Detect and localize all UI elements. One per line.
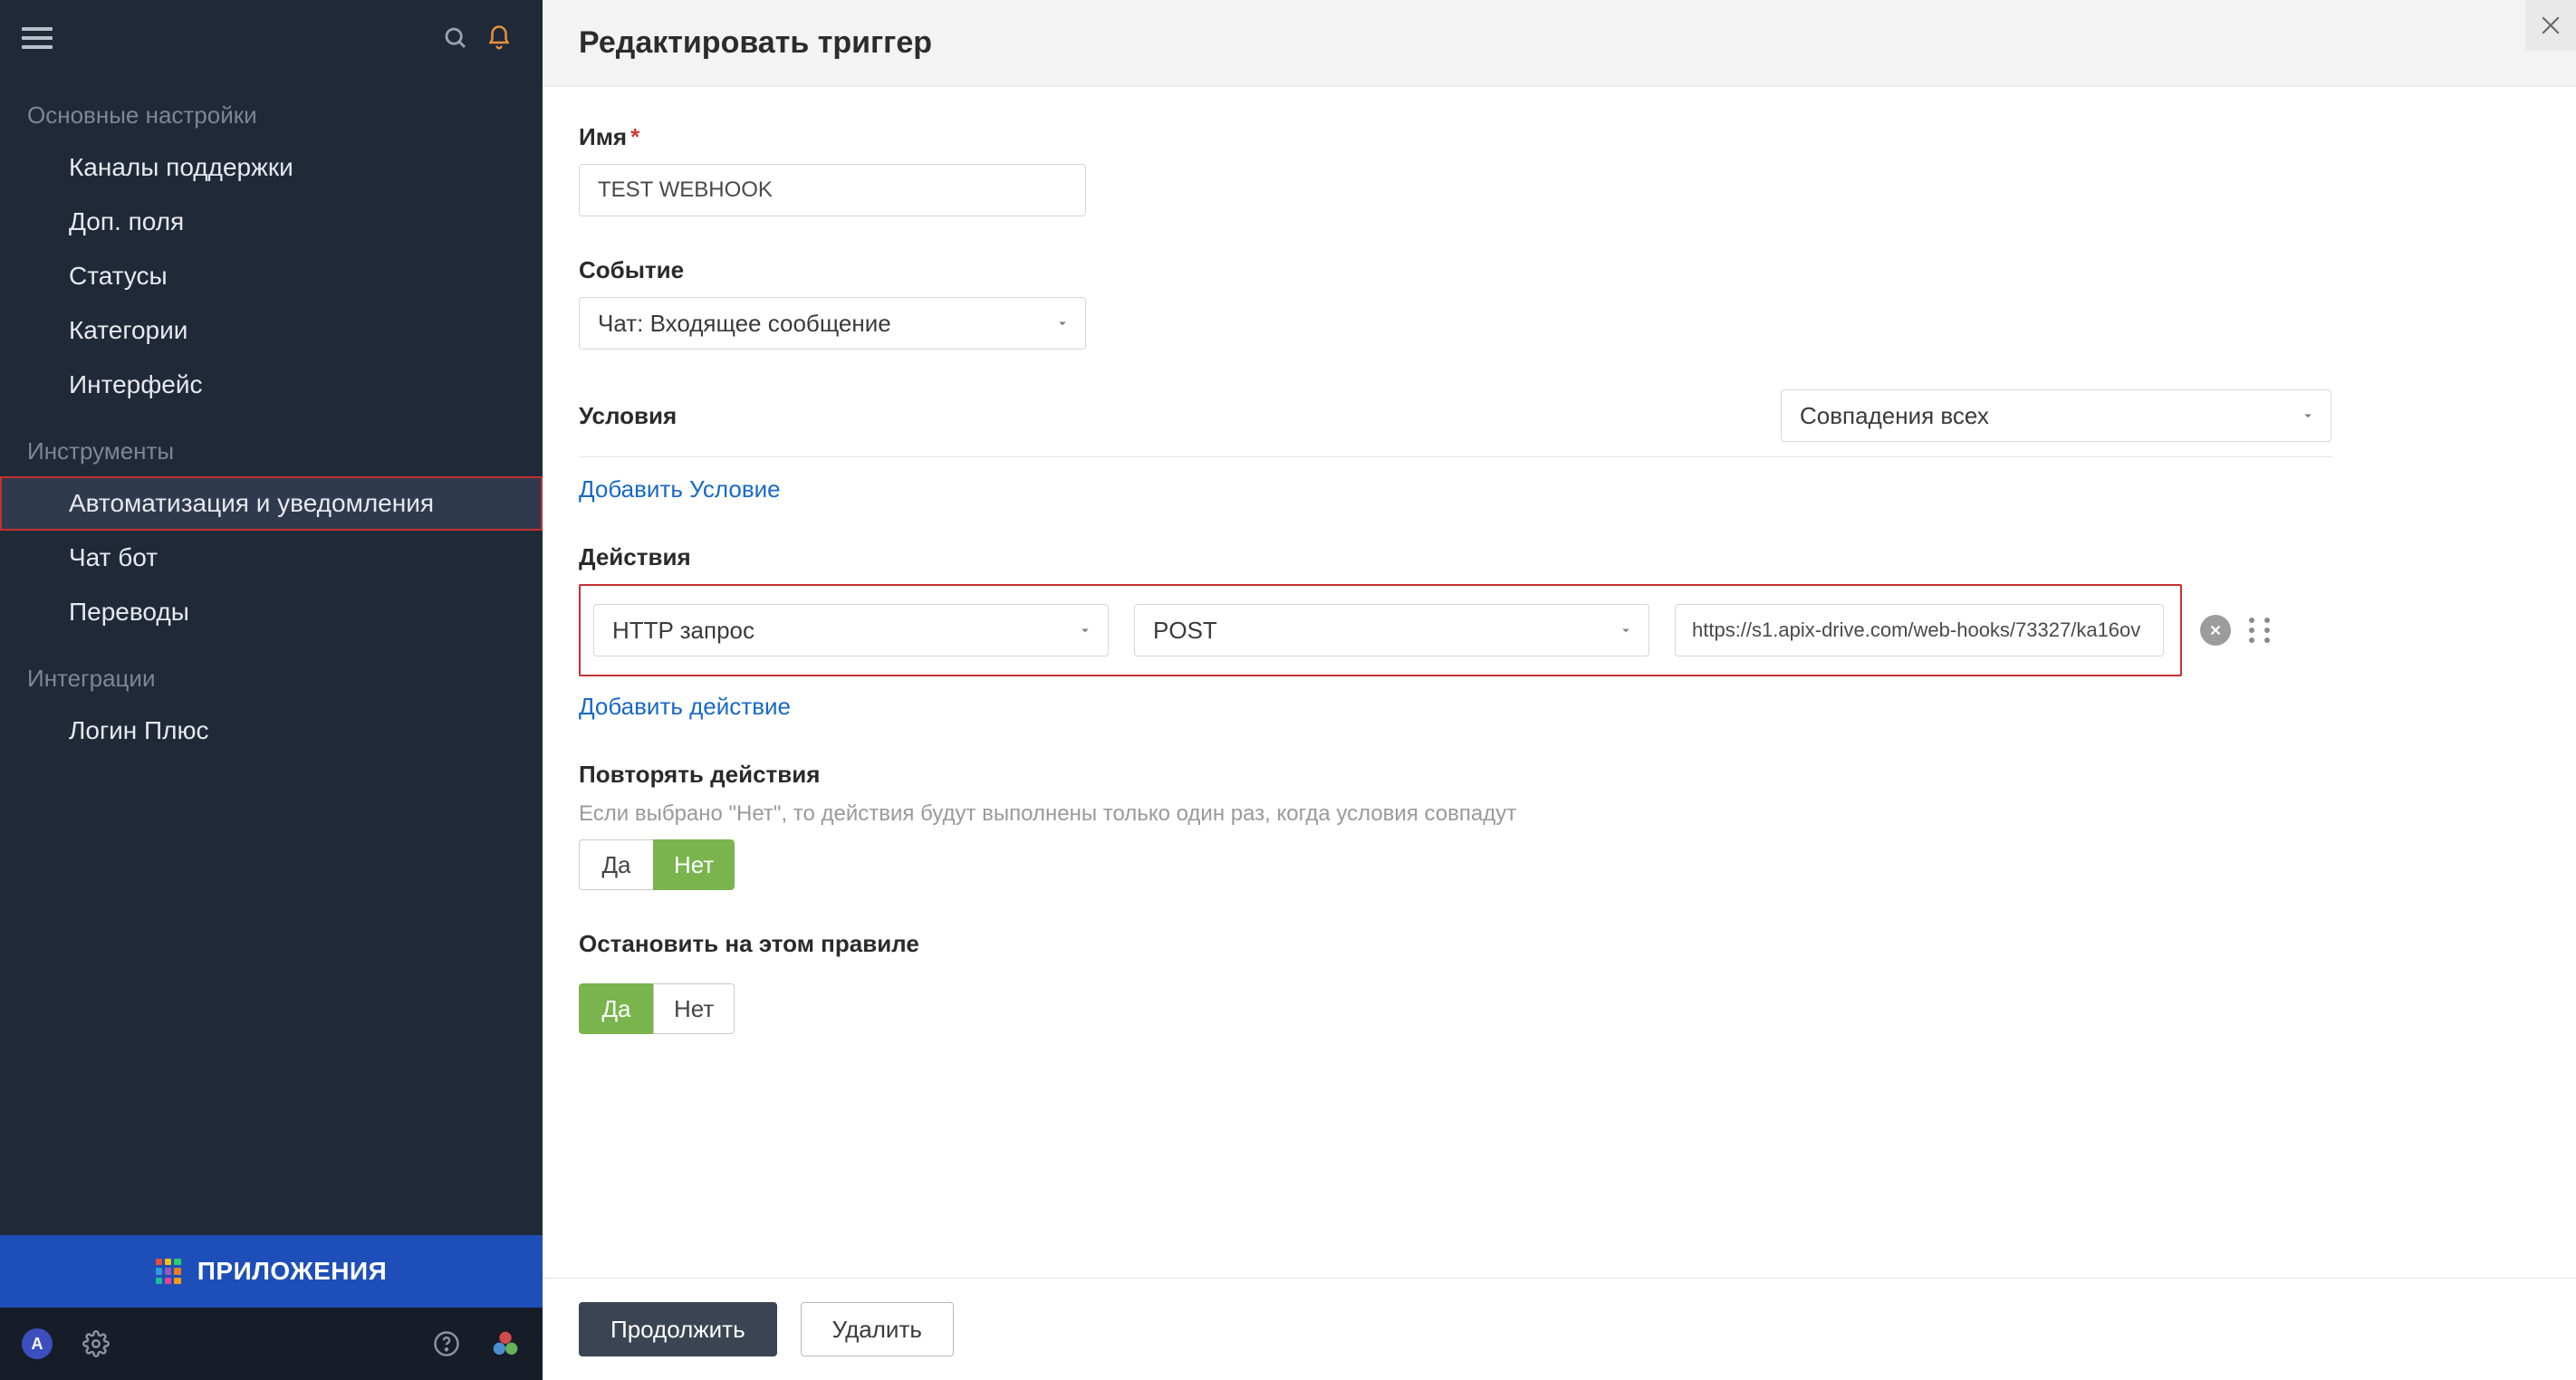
- apps-label: ПРИЛОЖЕНИЯ: [197, 1257, 387, 1286]
- sidebar-item-channels[interactable]: Каналы поддержки: [0, 140, 543, 195]
- conditions-match-select[interactable]: Совпадения всех: [1781, 389, 2331, 442]
- action-row-wrap: HTTP запрос POST: [579, 584, 2331, 676]
- drag-handle-icon[interactable]: [2249, 618, 2274, 643]
- event-label: Событие: [579, 256, 2331, 284]
- action-method-select[interactable]: POST: [1134, 604, 1649, 656]
- sidebar-item-chatbot[interactable]: Чат бот: [0, 531, 543, 585]
- hamburger-icon[interactable]: [22, 20, 58, 56]
- main-panel: Редактировать триггер Имя* Событие Чат: …: [543, 0, 2576, 1380]
- sidebar-item-fields[interactable]: Доп. поля: [0, 195, 543, 249]
- stop-block: Остановить на этом правиле Да Нет: [579, 930, 2331, 1034]
- repeat-block: Повторять действия Если выбрано "Нет", т…: [579, 761, 2331, 890]
- chevron-down-icon: [1054, 315, 1071, 331]
- event-field-block: Событие Чат: Входящее сообщение: [579, 256, 2331, 350]
- chevron-down-icon: [2300, 407, 2316, 424]
- action-method-value: POST: [1153, 617, 1217, 645]
- action-type-select[interactable]: HTTP запрос: [593, 604, 1109, 656]
- sidebar-footer: A: [0, 1308, 543, 1380]
- chevron-down-icon: [1618, 622, 1634, 638]
- sidebar-item-statuses[interactable]: Статусы: [0, 249, 543, 303]
- nav-section-title: Основные настройки: [0, 76, 543, 140]
- conditions-match-value: Совпадения всех: [1800, 402, 1989, 430]
- repeat-toggle: Да Нет: [579, 839, 735, 890]
- continue-button[interactable]: Продолжить: [579, 1302, 777, 1356]
- gear-icon[interactable]: [78, 1326, 114, 1362]
- sidebar: Основные настройкиКаналы поддержкиДоп. п…: [0, 0, 543, 1380]
- chevron-down-icon: [1077, 622, 1093, 638]
- delete-button[interactable]: Удалить: [801, 1302, 954, 1356]
- bell-icon[interactable]: [477, 16, 521, 60]
- footer-bar: Продолжить Удалить: [543, 1278, 2576, 1380]
- sidebar-item-login-plus[interactable]: Логин Плюс: [0, 704, 543, 758]
- stop-no-button[interactable]: Нет: [653, 983, 735, 1034]
- repeat-yes-button[interactable]: Да: [579, 839, 653, 890]
- form-content: Имя* Событие Чат: Входящее сообщение Усл…: [543, 87, 2576, 1278]
- add-action-link[interactable]: Добавить действие: [579, 693, 791, 720]
- apps-button[interactable]: ПРИЛОЖЕНИЯ: [0, 1235, 543, 1308]
- stop-label: Остановить на этом правиле: [579, 930, 2331, 958]
- event-select[interactable]: Чат: Входящее сообщение: [579, 297, 1086, 350]
- conditions-label: Условия: [579, 402, 677, 430]
- help-icon[interactable]: [428, 1326, 465, 1362]
- remove-action-button[interactable]: [2200, 615, 2231, 646]
- page-title: Редактировать триггер: [579, 25, 932, 61]
- actions-block: Действия HTTP запрос POST: [579, 543, 2331, 721]
- actions-label: Действия: [579, 543, 2331, 571]
- sidebar-nav: Основные настройкиКаналы поддержкиДоп. п…: [0, 76, 543, 1235]
- sidebar-item-translations[interactable]: Переводы: [0, 585, 543, 639]
- main-header: Редактировать триггер: [543, 0, 2576, 87]
- repeat-label: Повторять действия: [579, 761, 2331, 789]
- stop-yes-button[interactable]: Да: [579, 983, 653, 1034]
- action-type-value: HTTP запрос: [612, 617, 755, 645]
- search-icon[interactable]: [434, 16, 477, 60]
- close-button[interactable]: [2525, 0, 2576, 51]
- action-row: HTTP запрос POST: [579, 584, 2182, 676]
- nav-section-title: Интеграции: [0, 639, 543, 704]
- action-url-input[interactable]: [1675, 604, 2164, 656]
- sidebar-item-categories[interactable]: Категории: [0, 303, 543, 358]
- logo-icon[interactable]: [490, 1328, 521, 1359]
- avatar[interactable]: A: [22, 1328, 53, 1359]
- repeat-help-text: Если выбрано "Нет", то действия будут вы…: [579, 801, 2331, 827]
- nav-section-title: Инструменты: [0, 412, 543, 476]
- apps-grid-icon: [156, 1259, 181, 1284]
- add-condition-link[interactable]: Добавить Условие: [579, 475, 781, 503]
- name-field-block: Имя*: [579, 123, 2331, 216]
- sidebar-item-interface[interactable]: Интерфейс: [0, 358, 543, 412]
- name-input[interactable]: [579, 164, 1086, 216]
- sidebar-item-automation[interactable]: Автоматизация и уведомления: [0, 476, 543, 531]
- name-label: Имя*: [579, 123, 2331, 151]
- event-value: Чат: Входящее сообщение: [598, 310, 891, 338]
- repeat-no-button[interactable]: Нет: [653, 839, 735, 890]
- stop-toggle: Да Нет: [579, 983, 735, 1034]
- sidebar-topbar: [0, 0, 543, 76]
- conditions-block: Условия Совпадения всех Добавить Условие: [579, 389, 2331, 503]
